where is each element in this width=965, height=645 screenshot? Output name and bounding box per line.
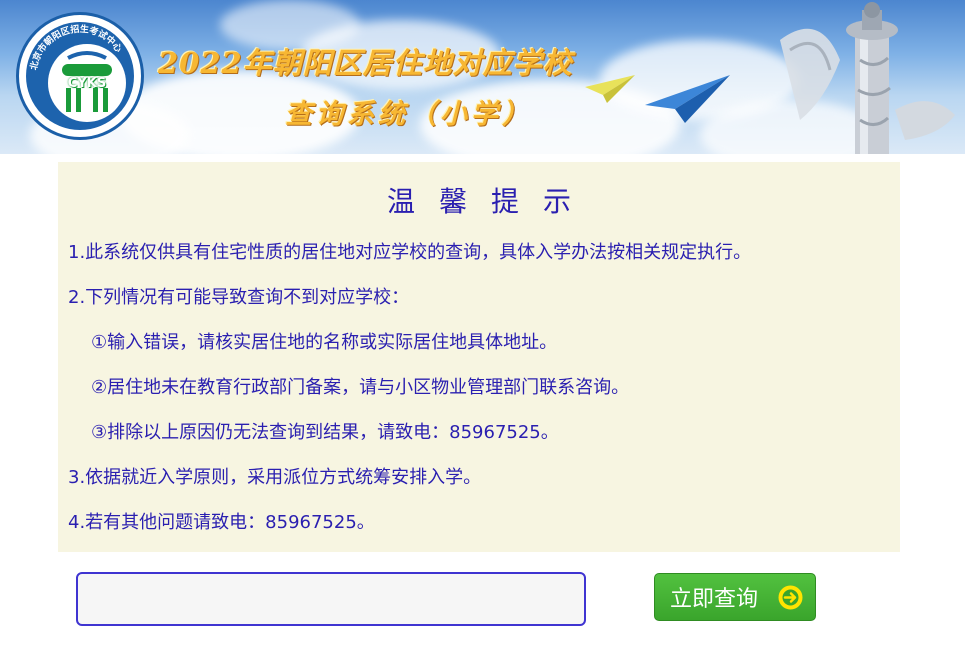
query-button[interactable]: 立即查询: [654, 573, 816, 621]
notice-title: 温馨提示: [386, 185, 595, 218]
arrow-right-circle-icon: [778, 585, 803, 610]
header-banner: 北京市朝阳区招生考试中心 CYKS 2022年朝阳区居住地对应学校 查询系统（小…: [0, 0, 965, 154]
query-button-label: 立即查询: [670, 587, 759, 612]
notice-subitem-2: ②居住地未在教育行政部门备案，请与小区物业管理部门联系咨询。: [91, 377, 630, 398]
paper-plane-yellow-icon: [585, 75, 635, 103]
notice-item-3: 3.依据就近入学原则，采用派位方式统筹安排入学。: [68, 467, 482, 488]
notice-item-1: 1.此系统仅供具有住宅性质的居住地对应学校的查询，具体入学办法按相关规定执行。: [68, 242, 752, 263]
page-title: 2022年朝阳区居住地对应学校: [158, 46, 573, 80]
notice-subitem-3: ③排除以上原因仍无法查询到结果，请致电：85967525。: [91, 422, 559, 443]
notice-item-4: 4.若有其他问题请致电：85967525。: [68, 512, 375, 533]
notice-subitem-1: ①输入错误，请核实居住地的名称或实际居住地具体地址。: [91, 332, 558, 353]
address-search-input[interactable]: [76, 572, 586, 626]
notice-panel: 温馨提示 1.此系统仅供具有住宅性质的居住地对应学校的查询，具体入学办法按相关规…: [58, 162, 900, 552]
page-subtitle: 查询系统（小学）: [285, 99, 533, 130]
cyks-logo: 北京市朝阳区招生考试中心 CYKS: [16, 12, 144, 140]
logo-text: CYKS: [67, 76, 107, 91]
paper-plane-blue-icon: [645, 75, 730, 123]
notice-item-2: 2.下列情况有可能导致查询不到对应学校：: [68, 287, 410, 308]
huabiao-pillar-icon: [780, 2, 955, 154]
